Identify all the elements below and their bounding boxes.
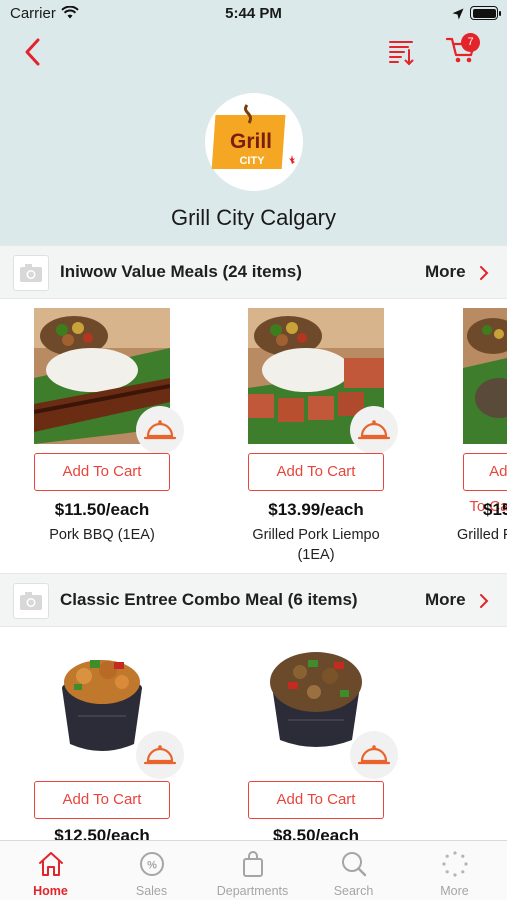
- svg-text:%: %: [147, 860, 157, 872]
- bag-icon: [238, 850, 268, 878]
- add-to-cart-button[interactable]: Add To Cart: [248, 781, 384, 819]
- tab-label: Home: [33, 884, 68, 898]
- section-title: Iniwow Value Meals (24 items): [60, 262, 302, 281]
- section-title: Classic Entree Combo Meal (6 items): [60, 590, 358, 609]
- product-image[interactable]: [463, 308, 507, 444]
- maple-leaf-icon: [289, 155, 295, 164]
- cloche-icon[interactable]: [136, 731, 184, 779]
- camera-icon: [13, 583, 49, 619]
- back-button[interactable]: [18, 36, 50, 68]
- section-header-combo-meals[interactable]: Classic Entree Combo Meal (6 items) More: [0, 573, 507, 627]
- more-link[interactable]: More: [425, 262, 466, 282]
- add-to-cart-button[interactable]: Add To Cart: [463, 453, 507, 515]
- more-icon: [440, 850, 470, 878]
- product-price: $15: [483, 500, 507, 519]
- clock-label: 5:44 PM: [225, 5, 282, 22]
- tab-more[interactable]: More: [404, 841, 505, 900]
- tab-home[interactable]: Home: [0, 841, 101, 900]
- cart-count-badge: 7: [461, 33, 480, 52]
- tab-departments[interactable]: Departments: [202, 841, 303, 900]
- add-to-cart-button[interactable]: Add To Cart: [34, 453, 170, 491]
- camera-icon: [13, 255, 49, 291]
- tab-sales[interactable]: % Sales: [101, 841, 202, 900]
- battery-icon: [470, 6, 501, 20]
- tab-label: More: [440, 884, 469, 898]
- tab-search[interactable]: Search: [303, 841, 404, 900]
- tab-label: Search: [333, 884, 374, 898]
- section-header-value-meals[interactable]: Iniwow Value Meals (24 items) More: [0, 245, 507, 299]
- chevron-left-icon: [25, 38, 40, 66]
- status-bar: Carrier 5:44 PM: [0, 0, 507, 28]
- store-name: Grill City Calgary: [170, 205, 337, 230]
- product-price: $8.50/each: [272, 826, 359, 840]
- add-to-cart-button[interactable]: Add To Cart: [248, 453, 384, 491]
- chevron-right-icon[interactable]: [478, 593, 490, 614]
- svg-text:Grill: Grill: [230, 130, 272, 153]
- product-price: $11.50/each: [54, 500, 150, 519]
- chevron-right-icon[interactable]: [478, 265, 490, 286]
- tab-bar: Home % Sales Departments Search More: [0, 840, 507, 900]
- location-arrow-icon: [452, 7, 464, 24]
- cloche-icon[interactable]: [350, 406, 398, 454]
- product-price: $12.50/each: [54, 826, 150, 840]
- sort-button[interactable]: [386, 36, 418, 68]
- product-price: $13.99/each: [268, 500, 364, 519]
- tab-label: Sales: [135, 884, 168, 898]
- store-logo: Grill CITY: [205, 93, 303, 191]
- product-card[interactable]: Add To Cart $12.50/each: [0, 636, 190, 840]
- cloche-icon[interactable]: [350, 731, 398, 779]
- grill-city-logo: Grill CITY: [211, 104, 295, 169]
- search-icon: [339, 850, 369, 878]
- product-name: Grilled Pork Liempo (1EA): [214, 525, 418, 565]
- product-card[interactable]: Add To Cart $8.50/each: [214, 636, 404, 840]
- product-name: Pork BBQ (1EA): [49, 527, 155, 543]
- product-name-line: Grilled Pork Liempo: [252, 527, 380, 543]
- app-root: Carrier 5:44 PM 7 Grill CITY Grill City …: [0, 0, 507, 900]
- sales-icon: %: [137, 850, 167, 878]
- cloche-icon[interactable]: [136, 406, 184, 454]
- product-name: Grilled P: [457, 527, 507, 543]
- tab-label: Departments: [216, 884, 289, 898]
- add-to-cart-button[interactable]: Add To Cart: [34, 781, 170, 819]
- sort-icon: [389, 41, 414, 66]
- home-icon: [36, 850, 66, 878]
- product-name-line: (1EA): [297, 547, 335, 563]
- more-link[interactable]: More: [425, 590, 466, 610]
- svg-text:CITY: CITY: [239, 155, 265, 167]
- product-card[interactable]: Add To Cart $15 Grilled P: [429, 308, 507, 558]
- store-header: Carrier 5:44 PM 7 Grill CITY Grill City …: [0, 0, 507, 245]
